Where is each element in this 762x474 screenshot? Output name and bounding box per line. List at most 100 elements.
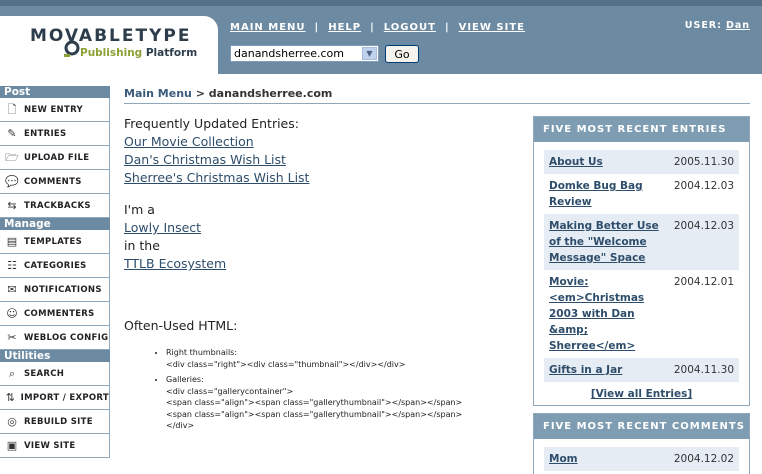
snippet-label: Galleries: [166,375,204,384]
view-site-icon: ▣ [6,438,18,452]
list-item: Mom 2004.12.02 [544,447,739,471]
sidebar-section-manage: Manage [0,218,110,230]
breadcrumb: Main Menu > danandsherree.com [124,87,332,100]
main-content: Frequently Updated Entries: Our Movie Co… [124,116,524,436]
view-all-entries-link[interactable]: [View all Entries] [591,388,692,400]
list-item: Galleries: <div class="gallerycontainer"… [166,374,524,432]
snippet-code-line: <div class="right"><div class="thumbnail… [166,359,406,369]
recent-comments-panel: FIVE MOST RECENT COMMENTS Mom 2004.12.02 [533,413,750,474]
rebuild-icon: ◎ [7,414,17,428]
templates-icon: ▤ [6,234,18,248]
sidebar-item-label: CATEGORIES [24,260,87,271]
recent-entries-panel: FIVE MOST RECENT ENTRIES About Us 2005.1… [533,116,750,406]
sidebar-item-upload-file[interactable]: 🗁 UPLOAD FILE [0,146,110,170]
entry-title-link[interactable]: About Us [549,154,667,170]
logo-tagline-platform: Platform [145,47,198,59]
entry-title-link[interactable]: Domke Bug Bag Review [549,178,667,210]
sidebar-item-comments[interactable]: 💬 COMMENTS [0,170,110,194]
user-info: USER: Dan [685,20,750,31]
sidebar-item-label: ENTRIES [24,128,67,139]
nav-logout-link[interactable]: LOGOUT [384,22,436,33]
sidebar-item-label: COMMENTERS [24,308,95,319]
frequent-entry-link[interactable]: Our Movie Collection [124,133,524,151]
sidebar: Post 🗋 NEW ENTRY ✎ ENTRIES 🗁 UPLOAD FILE… [0,86,110,458]
chevron-down-icon[interactable]: ▼ [362,47,377,60]
comment-bubble-icon: 💬 [5,174,19,188]
entry-title-link[interactable]: Gifts in a Jar [549,362,667,378]
blog-select-dropdown[interactable]: danandsherree.com ▼ [230,45,379,62]
sidebar-item-label: NOTIFICATIONS [24,284,102,295]
sidebar-section-utilities: Utilities [0,350,110,362]
comment-author-link[interactable]: Mom [549,451,667,467]
logo[interactable]: MOVABLETYPE Publishing Platform [0,16,218,74]
sidebar-item-label: UPLOAD FILE [24,152,90,163]
im-a-text: I'm a [124,202,155,217]
sidebar-item-label: COMMENTS [24,176,82,187]
sidebar-item-label: VIEW SITE [24,440,76,451]
nav-main-menu-link[interactable]: MAIN MENU [230,22,306,33]
logo-tagline-publishing: Publishing [80,47,143,59]
blog-select-value: danandsherree.com [234,47,344,60]
categories-icon: ☷ [7,258,17,272]
import-export-icon: ⇅ [5,390,15,404]
nav-view-site-link[interactable]: VIEW SITE [459,22,525,33]
sidebar-item-label: SEARCH [24,368,65,379]
commenters-icon: ☺ [6,306,18,320]
sidebar-item-entries[interactable]: ✎ ENTRIES [0,122,110,146]
in-the-text: in the [124,238,160,253]
entry-title-link[interactable]: Making Better Use of the "Welcome Messag… [549,218,667,266]
sidebar-item-search[interactable]: ⌕ SEARCH [0,362,110,386]
list-item: Movie: <em>Christmas 2003 with Dan &amp;… [544,270,739,358]
trackback-icon: ⇆ [7,198,17,212]
snippet-code-line: <span class="align"><span class="gallery… [166,409,463,419]
ttlb-ecosystem-link[interactable]: TTLB Ecosystem [124,255,524,273]
header-top-stripe [0,0,762,6]
entry-date: 2004.12.01 [673,276,734,288]
nav-separator: | [370,21,375,33]
sidebar-section-post: Post [0,86,110,98]
envelope-icon: ✉ [7,282,17,296]
recent-comments-list: Mom 2004.12.02 [534,439,749,474]
search-icon: ⌕ [8,366,16,380]
user-name-link[interactable]: Dan [726,20,750,31]
sidebar-item-view-site[interactable]: ▣ VIEW SITE [0,434,110,458]
sidebar-item-templates[interactable]: ▤ TEMPLATES [0,230,110,254]
sidebar-item-label: TEMPLATES [24,236,83,247]
sidebar-item-rebuild-site[interactable]: ◎ REBUILD SITE [0,410,110,434]
go-button[interactable]: Go [385,45,419,63]
sidebar-item-commenters[interactable]: ☺ COMMENTERS [0,302,110,326]
sidebar-item-trackbacks[interactable]: ⇆ TRACKBACKS [0,194,110,218]
list-item: Gifts in a Jar 2004.11.30 [544,358,739,382]
sidebar-item-import-export[interactable]: ⇅ IMPORT / EXPORT [0,386,110,410]
nav-help-link[interactable]: HELP [328,22,361,33]
recent-entries-title: FIVE MOST RECENT ENTRIES [534,117,749,142]
entry-title-link[interactable]: Movie: <em>Christmas 2003 with Dan &amp;… [549,274,667,354]
wrench-logo-icon [64,40,80,57]
frequent-entry-link[interactable]: Dan's Christmas Wish List [124,151,524,169]
list-item: Making Better Use of the "Welcome Messag… [544,214,739,270]
nav-separator: | [314,21,320,33]
lowly-insect-link[interactable]: Lowly Insect [124,219,524,237]
tools-icon: ✂ [7,330,17,344]
new-entry-icon: 🗋 [7,102,17,116]
sidebar-item-new-entry[interactable]: 🗋 NEW ENTRY [0,98,110,122]
frequent-entries-heading: Frequently Updated Entries: [124,116,299,131]
list-item: Right thumbnails: <div class="right"><di… [166,347,524,370]
frequent-entry-link[interactable]: Sherree's Christmas Wish List [124,169,524,187]
list-item: About Us 2005.11.30 [544,150,739,174]
snippet-code-line: <div class="gallerycontainer"> [166,386,294,396]
top-navigation: MAIN MENU | HELP | LOGOUT | VIEW SITE [230,20,525,34]
sidebar-item-weblog-config[interactable]: ✂ WEBLOG CONFIG [0,326,110,350]
breadcrumb-main-menu-link[interactable]: Main Menu [124,87,192,100]
snippet-code-line: <span class="align"><span class="gallery… [166,398,463,407]
ecosystem-badge: I'm a Lowly Insect in the TTLB Ecosystem [124,201,524,273]
sidebar-item-label: NEW ENTRY [24,104,83,115]
recent-entries-list: About Us 2005.11.30 Domke Bug Bag Review… [534,142,749,405]
entry-date: 2005.11.30 [673,156,734,168]
view-all-entries: [View all Entries] [544,388,739,400]
logo-wordmark: MOVABLETYPE [30,26,192,46]
sidebar-item-categories[interactable]: ☷ CATEGORIES [0,254,110,278]
entry-date: 2004.12.03 [673,220,734,232]
logo-tagline: Publishing Platform [80,47,197,59]
sidebar-item-notifications[interactable]: ✉ NOTIFICATIONS [0,278,110,302]
